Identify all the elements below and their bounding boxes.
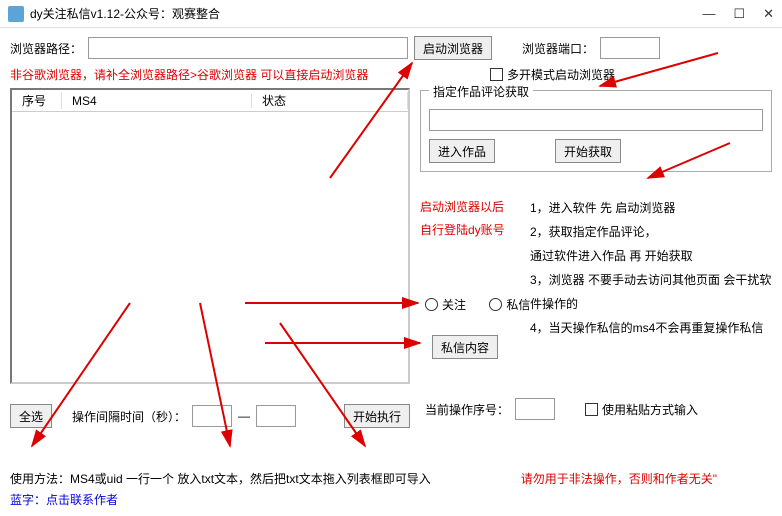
instr-4: 4，当天操作私信的ms4不会再重复操作私信	[530, 316, 772, 340]
multi-open-label: 多开模式启动浏览器	[507, 66, 615, 83]
close-button[interactable]: ✕	[763, 6, 774, 22]
browser-path-label: 浏览器路径：	[10, 40, 82, 57]
browser-port-input[interactable]	[600, 37, 660, 59]
radio-follow[interactable]: 关注	[425, 296, 466, 313]
group-title: 指定作品评论获取	[429, 83, 533, 100]
radio-icon	[425, 298, 438, 311]
instr-3: 3，浏览器 不要手动去访问其他页面 会干扰软件操作的	[530, 268, 772, 316]
enter-work-button[interactable]: 进入作品	[429, 139, 495, 163]
interval-to-input[interactable]	[256, 405, 296, 427]
start-get-button[interactable]: 开始获取	[555, 139, 621, 163]
start-exec-button[interactable]: 开始执行	[344, 404, 410, 428]
instr-1: 1，进入软件 先 启动浏览器	[530, 196, 772, 220]
instr-2: 2，获取指定作品评论，	[530, 220, 772, 244]
browser-path-input[interactable]	[88, 37, 408, 59]
col-status: 状态	[252, 92, 408, 109]
current-seq-input[interactable]	[515, 398, 555, 420]
current-seq-label: 当前操作序号：	[425, 401, 509, 418]
multi-open-checkbox[interactable]: 多开模式启动浏览器	[490, 66, 615, 83]
interval-from-input[interactable]	[192, 405, 232, 427]
paste-checkbox[interactable]: 使用粘贴方式输入	[585, 401, 698, 418]
col-ms4: MS4	[62, 94, 252, 108]
window-title: dy关注私信v1.12-公众号：观赛整合	[30, 5, 702, 22]
table-header: 序号 MS4 状态	[12, 90, 408, 112]
titlebar: dy关注私信v1.12-公众号：观赛整合 — ☐ ✕	[0, 0, 782, 28]
browser-port-label: 浏览器端口：	[522, 40, 594, 57]
usage-note: 使用方法：MS4或uid 一行一个 放入txt文本，然后把txt文本拖入列表框即…	[10, 470, 431, 487]
radio-dm[interactable]: 私信	[489, 296, 530, 313]
col-seq: 序号	[12, 92, 62, 109]
work-url-input[interactable]	[429, 109, 763, 131]
interval-label: 操作间隔时间（秒）：	[72, 408, 186, 425]
checkbox-icon	[585, 403, 598, 416]
after-start-note1: 启动浏览器以后	[420, 198, 530, 215]
dash: —	[238, 409, 250, 423]
app-icon	[8, 6, 24, 22]
minimize-button[interactable]: —	[702, 6, 715, 22]
contact-link[interactable]: 蓝字：点击联系作者	[10, 491, 772, 508]
maximize-button[interactable]: ☐	[733, 6, 745, 22]
dm-content-button[interactable]: 私信内容	[432, 335, 498, 359]
checkbox-icon	[490, 68, 503, 81]
warning-note: 请勿用于非法操作，否则和作者无关"	[521, 470, 717, 487]
comment-group: 指定作品评论获取 进入作品 开始获取	[420, 90, 772, 172]
data-table[interactable]: 序号 MS4 状态	[10, 88, 410, 384]
select-all-button[interactable]: 全选	[10, 404, 52, 428]
radio-icon	[489, 298, 502, 311]
instructions: 1，进入软件 先 启动浏览器 2，获取指定作品评论， 通过软件进入作品 再 开始…	[530, 196, 772, 340]
after-start-note2: 自行登陆dy账号	[420, 221, 530, 238]
instr-2b: 通过软件进入作品 再 开始获取	[530, 244, 772, 268]
start-browser-button[interactable]: 启动浏览器	[414, 36, 492, 60]
non-chrome-note: 非谷歌浏览器，请补全浏览器路径>谷歌浏览器 可以直接启动浏览器	[10, 66, 410, 84]
